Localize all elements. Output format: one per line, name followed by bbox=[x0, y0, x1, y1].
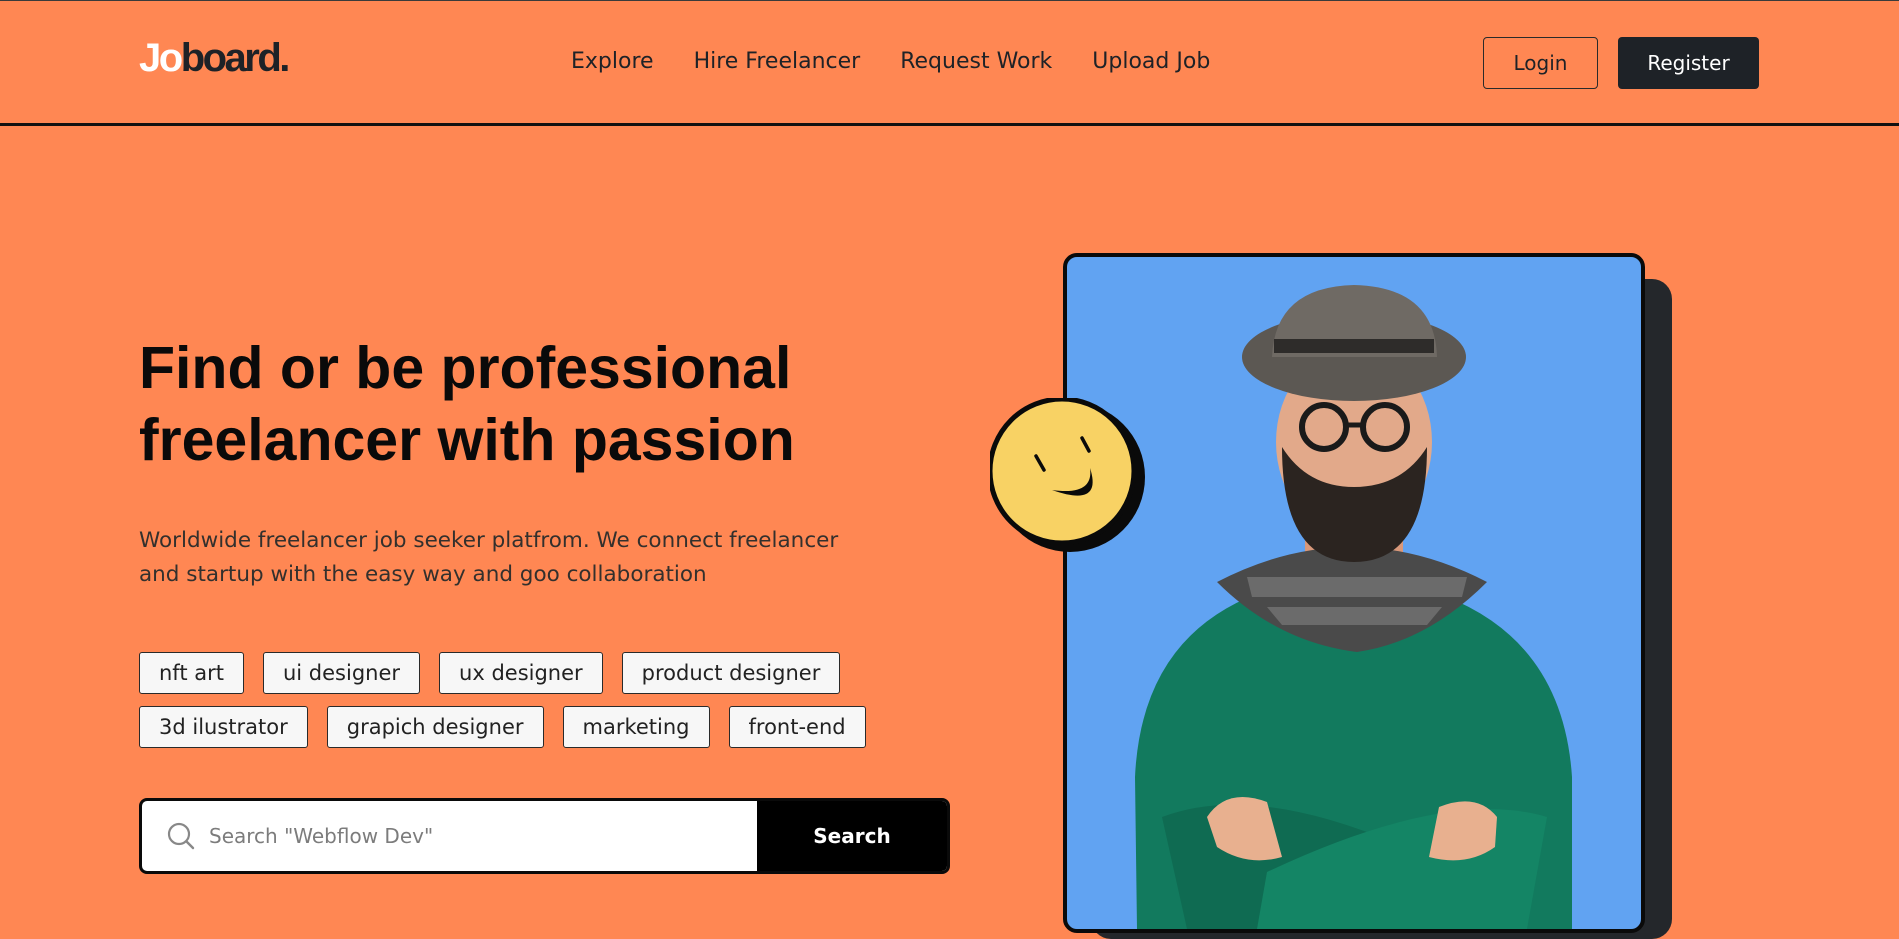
hero-subtitle: Worldwide freelancer job seeker platfrom… bbox=[139, 524, 899, 592]
login-button[interactable]: Login bbox=[1483, 37, 1598, 89]
nav-explore[interactable]: Explore bbox=[571, 48, 654, 76]
tag-row-2: 3d ilustrator grapich designer marketing… bbox=[139, 706, 939, 748]
search-bar: Search bbox=[139, 798, 950, 874]
search-input[interactable] bbox=[207, 823, 611, 849]
tag-ui-designer[interactable]: ui designer bbox=[262, 652, 421, 694]
tag-marketing[interactable]: marketing bbox=[562, 706, 710, 748]
tag-front-end[interactable]: front-end bbox=[728, 706, 866, 748]
tag-product-designer[interactable]: product designer bbox=[621, 652, 841, 694]
site-header: Joboard. Explore Hire Freelancer Request… bbox=[0, 0, 1899, 126]
tag-row-1: nft art ui designer ux designer product … bbox=[139, 652, 939, 694]
logo-board: board. bbox=[180, 36, 291, 80]
freelancer-portrait bbox=[1135, 285, 1572, 929]
nav-upload-job[interactable]: Upload Job bbox=[1092, 48, 1210, 76]
tag-grapich-designer[interactable]: grapich designer bbox=[326, 706, 544, 748]
main-nav: Explore Hire Freelancer Request Work Upl… bbox=[571, 48, 1210, 76]
hero-subtitle-line-2: and startup with the easy way and goo co… bbox=[139, 562, 707, 587]
search-icon bbox=[167, 822, 195, 850]
hero-title-line-1: Find or be professional bbox=[139, 335, 792, 401]
nav-hire-freelancer[interactable]: Hire Freelancer bbox=[694, 48, 861, 76]
hero-title-line-2: freelancer with passion bbox=[139, 407, 795, 473]
category-tags: nft art ui designer ux designer product … bbox=[139, 652, 939, 760]
nav-request-work[interactable]: Request Work bbox=[900, 48, 1052, 76]
smiley-face-icon bbox=[990, 398, 1145, 552]
logo-jo: Jo bbox=[139, 36, 183, 80]
hero-image-card bbox=[1063, 253, 1645, 933]
tag-3d-ilustrator[interactable]: 3d ilustrator bbox=[139, 706, 308, 748]
tag-ux-designer[interactable]: ux designer bbox=[439, 652, 603, 694]
register-button[interactable]: Register bbox=[1618, 37, 1759, 89]
joboard-logo[interactable]: Joboard. bbox=[139, 34, 291, 82]
hero-subtitle-line-1: Worldwide freelancer job seeker platfrom… bbox=[139, 528, 839, 553]
search-button[interactable]: Search bbox=[757, 801, 947, 871]
tag-nft-art[interactable]: nft art bbox=[139, 652, 244, 694]
search-field[interactable] bbox=[142, 801, 757, 871]
hero-title: Find or be professional freelancer with … bbox=[139, 332, 899, 476]
